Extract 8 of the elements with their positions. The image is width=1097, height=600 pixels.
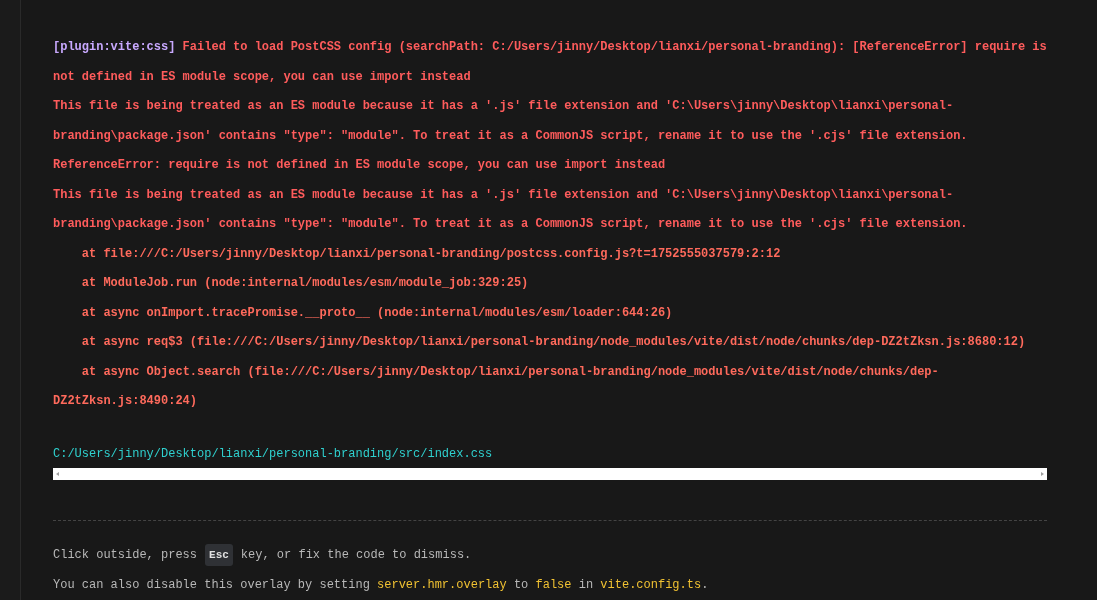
tip-text: Click outside, press bbox=[53, 547, 198, 562]
file-path[interactable]: C:/Users/jinny/Desktop/lianxi/personal-branding/src/index.css bbox=[53, 443, 493, 464]
tip-text: You can also disable this overlay by setting server.hmr.overlay to false in vite.config.ts. bbox=[53, 576, 710, 594]
tip-text: key, or fix the code to dismiss. bbox=[240, 547, 472, 562]
error-message: [plugin:vite:css] Failed to load PostCSS config (searchPath: C:/Users/jinny/Desktop/lianxi/personal-branding): [ReferenceError] require is not defined in ES module scope, you can use import instead This file is being treated as an ES module because it has a '.js' file extension and 'C:\Users\jinny\Desktop\lianxi\personal-branding\package.json' contains "type": "module". To treat it as a CommonJS script, rename it to use the '.cjs' file extension. ReferenceError: require is not defined in ES module scope, you can use import instead This file is being treated as an ES module because it has a '.js' file extension and 'C:\Users\jinny\Desktop\lianxi\personal-branding\package.json' contains "type": "module". To treat it as a CommonJS script, rename it to use the '.cjs' file extension. bbox=[53, 39, 1048, 233]
esc-key: Esc bbox=[205, 543, 233, 566]
horizontal-scrollbar[interactable] bbox=[53, 467, 1047, 480]
stack-trace: at file:///C:/Users/jinny/Desktop/lianxi/personal-branding/postcss.config.js?t=1752555037579:2:12 at ModuleJob.run (node:internal/modules/esm/module_job:329:25) at async onImport.tracePromise.__proto__ (node:internal/modules/esm/loader:644:26) at async req$3 (file:///C:/Users/jinny/Desktop/lianxi/personal-branding/node_modules/vite/dist/node/chunks/dep-DZ2tZksn.js:8680:12) at async Object.search (file:///C:/Users/jinny/Desktop/lianxi/personal-branding/node_modules/vite/dist/node/chunks/dep-DZ2tZksn.js:8490:24) bbox=[53, 245, 1027, 410]
